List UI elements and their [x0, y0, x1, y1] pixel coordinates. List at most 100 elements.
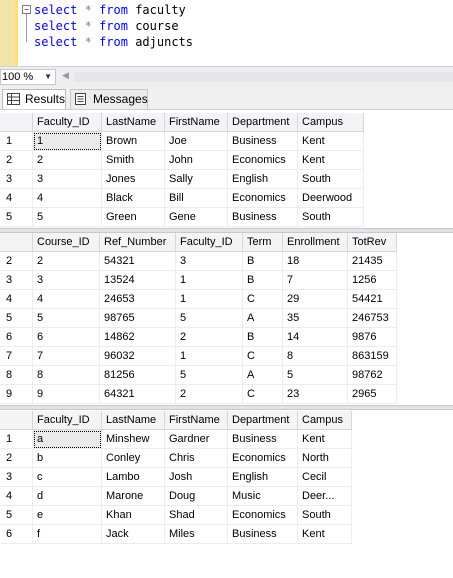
table-cell[interactable]: 3 [33, 271, 100, 290]
table-cell[interactable]: Kent [298, 151, 364, 170]
table-cell[interactable]: 863159 [348, 347, 397, 366]
table-cell[interactable]: 4 [33, 290, 100, 309]
row-number[interactable]: 4 [0, 290, 33, 309]
table-cell-selected[interactable]: 1 [33, 132, 102, 151]
row-number[interactable]: 3 [0, 271, 33, 290]
code-line-1[interactable]: select * from faculty [34, 2, 186, 18]
table-cell[interactable]: Business [228, 430, 298, 449]
zoom-select[interactable]: 100 % ▼ [0, 69, 56, 85]
column-header[interactable]: Faculty_ID [176, 233, 243, 252]
row-number[interactable]: 5 [0, 506, 33, 525]
table-cell[interactable]: Business [228, 208, 298, 227]
table-cell[interactable]: South [298, 506, 352, 525]
table-cell[interactable]: Brown [102, 132, 165, 151]
table-cell[interactable]: Josh [165, 468, 228, 487]
table-cell[interactable]: 7 [283, 271, 348, 290]
table-cell[interactable]: 4 [33, 189, 102, 208]
table-cell[interactable]: Jones [102, 170, 165, 189]
table-cell[interactable]: Cecil [298, 468, 352, 487]
column-header[interactable]: FirstName [165, 113, 228, 132]
table-cell[interactable]: B [243, 328, 283, 347]
table-cell[interactable]: Khan [102, 506, 165, 525]
table-cell[interactable]: 2965 [348, 385, 397, 404]
table-cell[interactable]: 81256 [100, 366, 176, 385]
column-header[interactable]: Faculty_ID [33, 113, 102, 132]
table-cell[interactable]: 2 [33, 252, 100, 271]
table-cell[interactable]: South [298, 170, 364, 189]
table-cell[interactable]: Deerwood [298, 189, 364, 208]
table-cell[interactable]: 2 [33, 151, 102, 170]
column-header[interactable]: FirstName [165, 411, 228, 430]
column-header[interactable]: Campus [298, 411, 352, 430]
table-cell[interactable]: 9 [33, 385, 100, 404]
table-cell[interactable]: Gardner [165, 430, 228, 449]
table-cell[interactable]: South [298, 208, 364, 227]
table-cell[interactable]: 8 [33, 366, 100, 385]
table-cell[interactable]: Doug [165, 487, 228, 506]
table-cell[interactable]: Music [228, 487, 298, 506]
column-header[interactable]: Ref_Number [100, 233, 176, 252]
table-cell[interactable]: 35 [283, 309, 348, 328]
tab-messages[interactable]: Messages [70, 89, 148, 109]
row-number[interactable]: 1 [0, 430, 33, 449]
table-cell[interactable]: Lambo [102, 468, 165, 487]
grid-corner[interactable] [0, 113, 33, 132]
table-cell[interactable]: Deer... [298, 487, 352, 506]
column-header[interactable]: Enrollment [283, 233, 348, 252]
column-header[interactable]: Faculty_ID [33, 411, 102, 430]
table-cell[interactable]: Economics [228, 506, 298, 525]
table-cell[interactable]: A [243, 366, 283, 385]
row-number[interactable]: 3 [0, 170, 33, 189]
table-cell[interactable]: 1 [176, 271, 243, 290]
table-cell[interactable]: d [33, 487, 102, 506]
column-header[interactable]: TotRev [348, 233, 397, 252]
table-cell[interactable]: A [243, 309, 283, 328]
table-cell[interactable]: 14 [283, 328, 348, 347]
table-cell[interactable]: Kent [298, 525, 352, 544]
table-cell[interactable]: 54421 [348, 290, 397, 309]
table-cell[interactable]: Marone [102, 487, 165, 506]
table-cell[interactable]: 1 [176, 290, 243, 309]
row-number[interactable]: 2 [0, 151, 33, 170]
table-cell[interactable]: 3 [176, 252, 243, 271]
table-cell[interactable]: Conley [102, 449, 165, 468]
table-cell[interactable]: Shad [165, 506, 228, 525]
table-cell[interactable]: Joe [165, 132, 228, 151]
scroll-left-icon[interactable]: ◀ [62, 70, 69, 81]
table-cell[interactable]: c [33, 468, 102, 487]
table-cell[interactable]: 29 [283, 290, 348, 309]
table-cell[interactable]: e [33, 506, 102, 525]
table-cell[interactable]: 96032 [100, 347, 176, 366]
table-cell[interactable]: Miles [165, 525, 228, 544]
table-cell[interactable]: Minshew [102, 430, 165, 449]
row-number[interactable]: 2 [0, 449, 33, 468]
table-cell[interactable]: 2 [176, 385, 243, 404]
table-cell[interactable]: 1 [176, 347, 243, 366]
table-cell[interactable]: Business [228, 525, 298, 544]
table-cell[interactable]: Kent [298, 132, 364, 151]
column-header[interactable]: Course_ID [33, 233, 100, 252]
table-cell[interactable]: 5 [33, 309, 100, 328]
table-cell[interactable]: 54321 [100, 252, 176, 271]
table-cell[interactable]: 7 [33, 347, 100, 366]
row-number[interactable]: 5 [0, 309, 33, 328]
table-cell[interactable]: 98765 [100, 309, 176, 328]
row-number[interactable]: 6 [0, 328, 33, 347]
table-cell[interactable]: Jack [102, 525, 165, 544]
table-cell[interactable]: 3 [33, 170, 102, 189]
table-cell[interactable]: C [243, 347, 283, 366]
table-cell[interactable]: b [33, 449, 102, 468]
row-number[interactable]: 6 [0, 525, 33, 544]
table-cell[interactable]: 21435 [348, 252, 397, 271]
row-number[interactable]: 3 [0, 468, 33, 487]
row-number[interactable]: 7 [0, 347, 33, 366]
column-header[interactable]: Department [228, 113, 298, 132]
table-cell[interactable]: 23 [283, 385, 348, 404]
row-number[interactable]: 8 [0, 366, 33, 385]
column-header[interactable]: LastName [102, 411, 165, 430]
row-number[interactable]: 5 [0, 208, 33, 227]
table-cell[interactable]: B [243, 271, 283, 290]
table-cell[interactable]: 1256 [348, 271, 397, 290]
table-cell[interactable]: 2 [176, 328, 243, 347]
table-cell[interactable]: 246753 [348, 309, 397, 328]
